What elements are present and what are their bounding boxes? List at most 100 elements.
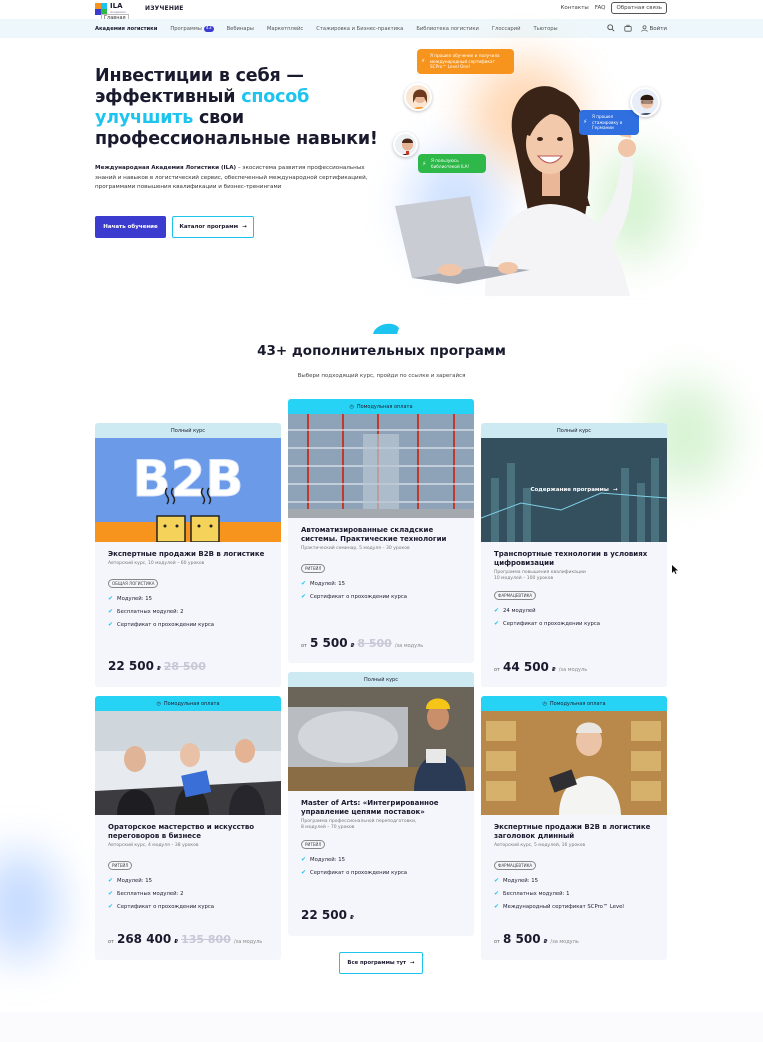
feature-item: ✔ Бесплатных модулей: 1 bbox=[494, 890, 654, 897]
nav-item-internship[interactable]: Стажировка и Бизнес-практика bbox=[316, 26, 403, 32]
check-icon: ✔ bbox=[494, 890, 500, 897]
nav-item-glossary[interactable]: Глоссарий bbox=[492, 26, 521, 32]
footer-band bbox=[0, 1012, 763, 1042]
program-contents-link[interactable]: Содержание программы → bbox=[481, 438, 667, 542]
faq-link[interactable]: FAQ bbox=[595, 5, 606, 11]
lightning-icon: ⚡ bbox=[421, 57, 426, 65]
hero-title-line: эффективный bbox=[95, 87, 242, 107]
category-chip: ОБЩАЯ ЛОГИСТИКА bbox=[108, 579, 159, 588]
card-tag: Полный курс bbox=[95, 423, 281, 438]
arrow-right-icon: → bbox=[242, 224, 247, 230]
currency: ₽ bbox=[349, 915, 354, 921]
price-per: /за модуль bbox=[233, 939, 263, 945]
catalog-button[interactable]: Каталог программ → bbox=[172, 216, 254, 238]
card-tag-label: Полный курс bbox=[364, 676, 398, 683]
arrow-right-icon: → bbox=[612, 487, 618, 493]
nav-item-webinars[interactable]: Вебинары bbox=[227, 26, 254, 32]
avatar bbox=[630, 87, 660, 117]
feature-item: ✔ Модулей: 15 bbox=[301, 856, 461, 863]
bubble-text: Я прошел обучение и получила международн… bbox=[430, 53, 500, 69]
program-card[interactable]: ◷ Помодульная оплата Автоматизированные с… bbox=[288, 399, 474, 663]
card-image-factory bbox=[288, 687, 474, 791]
category-chip: ФАРМАЦЕВТИКА bbox=[494, 591, 537, 600]
top-bar: ILA Академия логистики Главная ИЗУЧЕНИЕ … bbox=[0, 0, 763, 23]
price-per: /за модуль bbox=[550, 939, 579, 945]
feature-label: Международный сертификат SCPro™ Level bbox=[503, 903, 624, 910]
card-meta: Авторский курс, 10 модулей – 60 уроков bbox=[108, 561, 205, 566]
lightning-icon: ⚡ bbox=[422, 159, 427, 167]
card-meta: Авторский курс, 4 модуля – 38 уроков bbox=[108, 843, 199, 848]
category-chip: РИТЕЙЛ bbox=[108, 861, 133, 870]
feature-item: ✔ Международный сертификат SCPro™ Level bbox=[494, 903, 654, 910]
check-icon: ✔ bbox=[108, 877, 114, 884]
card-title: Транспортные технологии в условиях цифро… bbox=[494, 550, 648, 567]
hero-title-highlight: улучшить bbox=[95, 108, 194, 128]
all-programs-label: Все программы тут bbox=[347, 960, 407, 966]
currency: ₽ bbox=[156, 666, 161, 672]
old-price: 135 800 bbox=[181, 933, 231, 946]
program-card[interactable]: ◷ Помодульная оплата Ораторское мастерств… bbox=[95, 696, 281, 960]
feature-label: Сертификат о прохождении курса bbox=[117, 621, 215, 628]
feature-item: ✔ Сертификат о прохождении курса bbox=[301, 593, 461, 600]
lightning-icon: ⚡ bbox=[583, 118, 588, 126]
card-tag-label: Помодульная оплата bbox=[163, 700, 220, 707]
card-title: Master of Arts: «Интегрированное управле… bbox=[301, 799, 439, 816]
price-row: от 5 500 ₽ 8 500 /за модуль bbox=[301, 636, 423, 650]
price-row: от 268 400 ₽ 135 800 /за модуль bbox=[108, 932, 262, 946]
nav-item-marketplace[interactable]: Маркетплейс bbox=[267, 26, 303, 32]
check-icon: ✔ bbox=[108, 608, 114, 615]
category-chip: ФАРМАЦЕВТИКА bbox=[494, 861, 537, 870]
programs-title: 43+ дополнительных программ bbox=[257, 343, 506, 359]
login-link[interactable]: Войти bbox=[640, 25, 667, 32]
feature-label: Бесплатных модулей: 2 bbox=[117, 608, 184, 615]
price-from: от bbox=[494, 939, 500, 945]
avatar bbox=[404, 83, 432, 111]
price: 22 500 bbox=[108, 659, 154, 673]
all-programs-button[interactable]: Все программы тут → bbox=[339, 952, 423, 974]
nav-item-tutors[interactable]: Тьюторы bbox=[533, 26, 557, 32]
hero-title-line: профессиональные навыки! bbox=[95, 129, 378, 149]
nav-item-library[interactable]: Библиотека логистики bbox=[416, 26, 479, 32]
top-links: Контакты FAQ Обратная связь bbox=[560, 2, 667, 14]
program-card[interactable]: Полный курс Master of Arts: «Интегрирова… bbox=[288, 672, 474, 936]
card-meta: Программа повышения квалификации 10 моду… bbox=[494, 570, 586, 581]
nav-item-label: Библиотека логистики bbox=[416, 25, 479, 32]
nav-item-label: Программы bbox=[170, 25, 202, 32]
briefcase-icon[interactable] bbox=[623, 24, 632, 34]
price-row: от 44 500 ₽ /за модуль bbox=[494, 660, 587, 674]
check-icon: ✔ bbox=[108, 595, 114, 602]
card-tag: ◷ Помодульная оплата bbox=[481, 696, 667, 711]
contacts-link[interactable]: Контакты bbox=[560, 5, 588, 11]
hero-description-bold: Международная Академия Логистики (ILA) bbox=[95, 165, 237, 171]
card-title: Экспертные продажи B2B в логистике bbox=[108, 550, 265, 558]
feature-label: Бесплатных модулей: 2 bbox=[117, 890, 184, 897]
start-learning-button[interactable]: Начать обучение bbox=[95, 216, 166, 238]
card-image-warehouse bbox=[288, 414, 474, 518]
card-title: Автоматизированные складские системы. Пр… bbox=[301, 526, 447, 543]
nav-item-label: Стажировка и Бизнес-практика bbox=[316, 25, 404, 32]
hero-title: Инвестиции в себя — эффективный способ у… bbox=[95, 66, 385, 150]
bubble-text: Я пользуюсь библиотекой ILA! bbox=[431, 158, 470, 169]
program-card[interactable]: ◷ Помодульная оплата Экспертные продажи B… bbox=[481, 696, 667, 960]
nav-item-programs[interactable]: Программы 43 bbox=[170, 25, 214, 32]
card-meta: Практический семинар, 5 модуля – 30 урок… bbox=[301, 546, 410, 551]
card-meta: Авторский курс, 5 модулей, 16 уроков bbox=[494, 843, 586, 848]
feature-item: ✔ Модулей: 15 bbox=[108, 877, 268, 884]
feature-item: ✔ 24 модулей bbox=[494, 607, 654, 614]
check-icon: ✔ bbox=[301, 580, 307, 587]
feedback-button[interactable]: Обратная связь bbox=[611, 2, 667, 14]
card-tag: Полный курс bbox=[481, 423, 667, 438]
card-image-meeting bbox=[95, 711, 281, 815]
search-icon[interactable] bbox=[606, 23, 615, 34]
program-card[interactable]: Полный курс Содержание программы → Транс… bbox=[481, 423, 667, 687]
price: 8 500 bbox=[502, 932, 541, 946]
feature-label: Модулей: 15 bbox=[117, 595, 152, 602]
program-contents-label: Содержание программы bbox=[530, 487, 609, 493]
feature-label: Сертификат о прохождении курса bbox=[310, 869, 408, 876]
program-card[interactable]: Полный курс B2B Экспертные продажи B2B в… bbox=[95, 423, 281, 687]
check-icon: ✔ bbox=[494, 903, 500, 910]
clock-icon: ◷ bbox=[542, 700, 547, 707]
hero-illustration: ⚡ Я прошел обучение и получила междунаро… bbox=[390, 49, 660, 296]
nav-item-academy[interactable]: Академия логистики bbox=[95, 26, 157, 32]
check-icon: ✔ bbox=[494, 877, 500, 884]
